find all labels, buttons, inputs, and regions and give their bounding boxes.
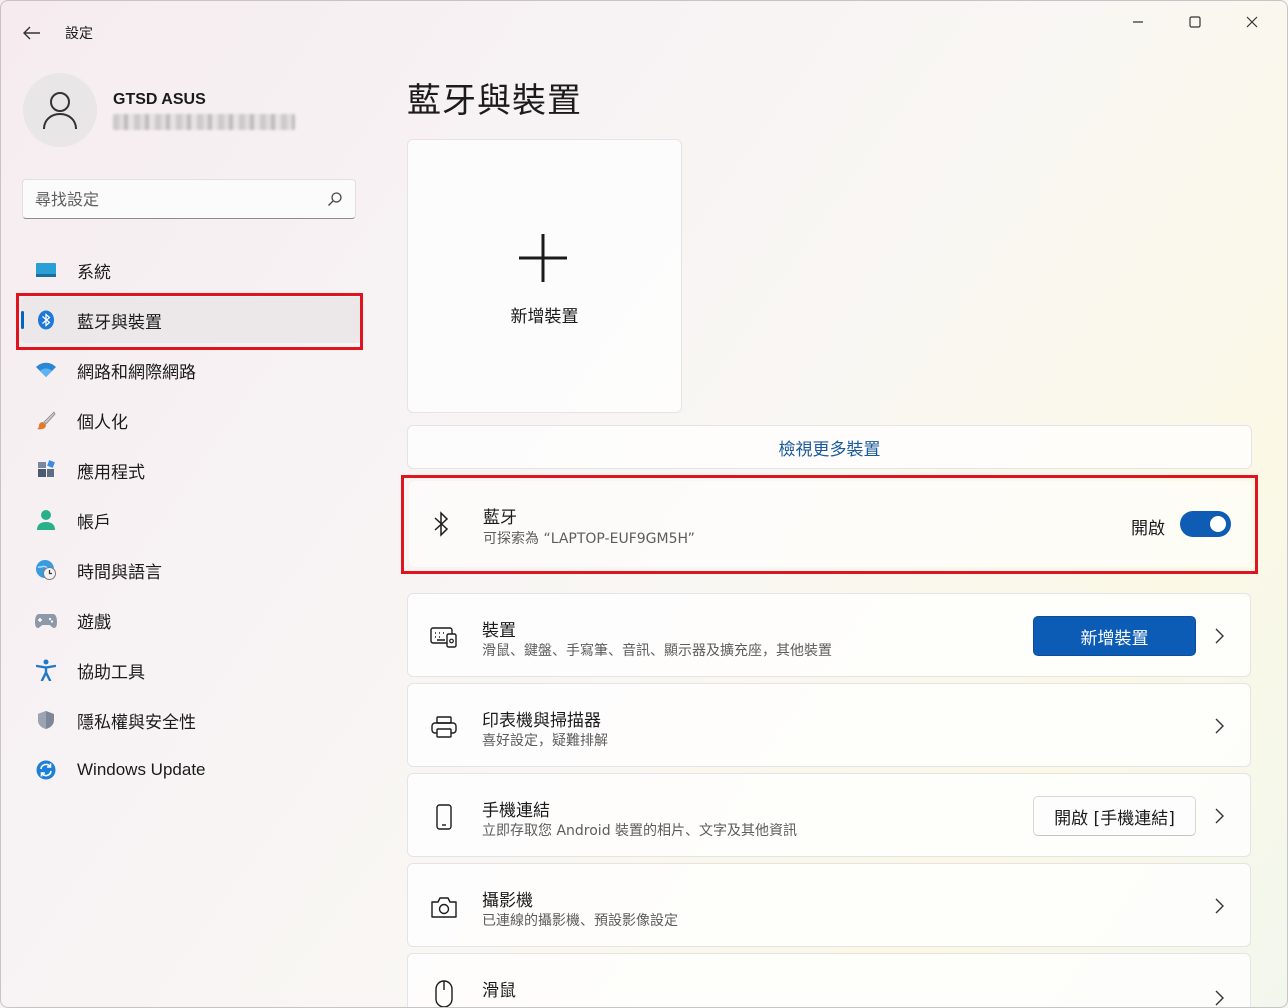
sidebar-item-accounts[interactable]: 帳戶 [21,497,361,543]
phone-link-title: 手機連結 [482,801,550,821]
bluetooth-title: 藍牙 [483,508,517,528]
printer-icon [430,713,458,741]
sidebar-item-network[interactable]: 網路和網際網路 [21,347,361,393]
gamepad-icon [35,609,57,631]
bluetooth-subtitle: 可探索為 “LAPTOP-EUF9GM5H” [483,531,695,547]
bluetooth-toggle[interactable] [1180,511,1231,537]
search-input[interactable] [35,180,315,218]
mouse-title: 滑鼠 [482,981,516,1001]
sidebar-item-label: 帳戶 [77,512,111,533]
user-email-redacted [113,114,295,130]
apps-icon [35,459,57,481]
back-arrow-icon [23,26,40,40]
maximize-button[interactable] [1172,7,1218,37]
chevron-right-icon[interactable] [1212,896,1226,916]
user-avatar-icon [43,92,77,130]
keyboard-device-icon [430,623,458,651]
devices-subtitle: 滑鼠、鍵盤、手寫筆、音訊、顯示器及擴充座，其他裝置 [482,643,832,659]
accessibility-icon [35,659,57,681]
globe-clock-icon [35,559,57,581]
sidebar-item-label: 網路和網際網路 [77,362,196,383]
camera-subtitle: 已連線的攝影機、預設影像設定 [482,913,678,929]
printers-title: 印表機與掃描器 [482,711,601,731]
close-icon [1246,16,1258,28]
view-more-devices-label: 檢視更多裝置 [778,439,881,460]
user-name: GTSD ASUS [113,91,206,108]
paintbrush-icon [35,409,57,431]
sidebar-item-label: 藍牙與裝置 [77,312,162,333]
sidebar-item-label: 個人化 [77,412,128,433]
view-more-devices-link[interactable]: 檢視更多裝置 [407,425,1252,469]
sidebar-item-label: 應用程式 [77,462,145,483]
search-box[interactable] [22,179,356,219]
plus-icon [519,234,567,282]
devices-title: 裝置 [482,621,516,641]
sidebar-item-label: 協助工具 [77,662,145,683]
devices-card[interactable]: 裝置 滑鼠、鍵盤、手寫筆、音訊、顯示器及擴充座，其他裝置 新增裝置 [407,593,1251,677]
sidebar-item-personalization[interactable]: 個人化 [21,397,361,443]
settings-window: 設定 GTSD ASUS 系統 藍牙與裝置 [0,0,1288,1008]
close-button[interactable] [1229,7,1275,37]
sidebar-item-bluetooth-devices[interactable]: 藍牙與裝置 [21,297,361,343]
sidebar-item-label: 時間與語言 [77,562,162,583]
sidebar-item-gaming[interactable]: 遊戲 [21,597,361,643]
sidebar-item-apps[interactable]: 應用程式 [21,447,361,493]
phone-link-subtitle: 立即存取您 Android 裝置的相片、文字及其他資訊 [482,823,798,839]
chevron-right-icon[interactable] [1212,988,1226,1007]
sidebar-nav: 系統 藍牙與裝置 網路和網際網路 個人化 應用程式 帳戶 時間與語言 遊戲 協助… [21,247,361,797]
sidebar-item-label: 隱私權與安全性 [77,712,196,733]
back-button[interactable] [15,19,49,47]
sidebar-item-privacy-security[interactable]: 隱私權與安全性 [21,697,361,743]
avatar[interactable] [23,73,97,147]
page-title: 藍牙與裝置 [407,81,582,121]
maximize-icon [1189,16,1201,28]
bluetooth-card: 藍牙 可探索為 “LAPTOP-EUF9GM5H” 開啟 [409,481,1251,567]
camera-card[interactable]: 攝影機 已連線的攝影機、預設影像設定 [407,863,1251,947]
account-icon [35,509,57,531]
minimize-button[interactable] [1115,7,1161,37]
sidebar-item-time-language[interactable]: 時間與語言 [21,547,361,593]
wifi-icon [35,359,57,381]
phone-link-card[interactable]: 手機連結 立即存取您 Android 裝置的相片、文字及其他資訊 開啟 [手機連… [407,773,1251,857]
shield-icon [35,709,57,731]
open-phone-link-button[interactable]: 開啟 [手機連結] [1033,796,1196,836]
sidebar-item-system[interactable]: 系統 [21,247,361,293]
chevron-right-icon[interactable] [1212,806,1226,826]
search-icon[interactable] [327,191,343,207]
bluetooth-icon [427,510,455,538]
mouse-card[interactable]: 滑鼠 [407,953,1251,1007]
windows-update-icon [35,759,57,781]
bluetooth-toggle-label: 開啟 [1131,519,1165,539]
minimize-icon [1133,21,1143,23]
sidebar-item-accessibility[interactable]: 協助工具 [21,647,361,693]
camera-title: 攝影機 [482,891,533,911]
add-device-tile-label: 新增裝置 [510,307,579,327]
system-monitor-icon [35,259,57,281]
sidebar-item-label: Windows Update [77,760,206,779]
chevron-right-icon[interactable] [1212,716,1226,736]
camera-icon [430,893,458,921]
sidebar-item-windows-update[interactable]: Windows Update [21,747,361,793]
printers-subtitle: 喜好設定，疑難排解 [482,733,608,749]
printers-scanners-card[interactable]: 印表機與掃描器 喜好設定，疑難排解 [407,683,1251,767]
sidebar-item-label: 系統 [77,262,111,283]
phone-icon [430,803,458,831]
chevron-right-icon[interactable] [1212,626,1226,646]
add-device-button[interactable]: 新增裝置 [1033,616,1196,656]
title-bar: 設定 [1,1,1287,63]
app-title: 設定 [65,26,93,42]
mouse-icon [430,980,458,1007]
add-device-tile[interactable]: 新增裝置 [407,139,682,413]
sidebar-item-label: 遊戲 [77,612,111,633]
bluetooth-icon [35,309,57,331]
